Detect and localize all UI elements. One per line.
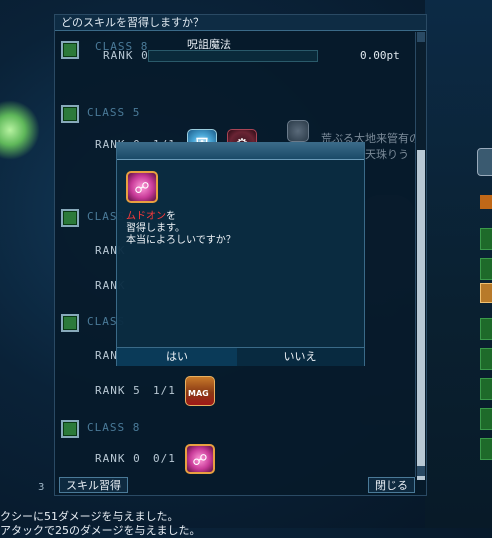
message-line: 本当によろしいですか？ xyxy=(126,235,236,246)
hud-green-slot[interactable] xyxy=(480,318,492,340)
scrollbar[interactable] xyxy=(415,32,426,480)
mudoon-curse-icon[interactable]: ☍ xyxy=(185,444,215,474)
skill-points: 0.00pt xyxy=(360,49,400,62)
hud-orange-slot[interactable] xyxy=(480,283,492,303)
rank-label: RANK 0 xyxy=(103,49,149,62)
mag-icon[interactable]: MAG xyxy=(185,376,215,406)
skill-name: ムドオン xyxy=(126,211,166,222)
message-suffix: を xyxy=(166,211,176,222)
rank-count: 1/1 xyxy=(153,384,176,397)
window-title: どのスキルを習得しますか？ xyxy=(55,15,426,31)
confirm-dialog: ☍ ムドオンを 習得します。 本当によろしいですか？ はい いいえ xyxy=(116,142,365,366)
hud-green-slot[interactable] xyxy=(480,438,492,460)
no-button[interactable]: いいえ xyxy=(240,348,360,366)
class-label: CLASS 5 xyxy=(87,106,141,119)
scroll-thumb[interactable] xyxy=(417,150,425,480)
emblem-icon[interactable] xyxy=(287,120,309,142)
learn-skill-button[interactable]: スキル習得 xyxy=(59,477,128,493)
class-checkbox[interactable] xyxy=(61,41,79,59)
class-checkbox[interactable] xyxy=(61,209,79,227)
hud-icon[interactable] xyxy=(477,148,492,176)
class-checkbox[interactable] xyxy=(61,420,79,438)
chat-line: アタックで25のダメージを与えました。 xyxy=(0,524,201,537)
hud-green-slot[interactable] xyxy=(480,378,492,400)
scroll-up-arrow[interactable] xyxy=(417,32,425,42)
status-note: 天珠りう xyxy=(365,148,409,161)
hud-green-slot[interactable] xyxy=(480,408,492,430)
background-glow xyxy=(0,100,40,160)
rank-count: 0/1 xyxy=(153,452,176,465)
yes-button[interactable]: はい xyxy=(117,348,237,366)
class-label: CLASS 8 xyxy=(87,421,141,434)
class-row: CLASS 5 xyxy=(55,100,413,128)
hud-green-slot[interactable] xyxy=(480,258,492,280)
rank-label: RANK 0 xyxy=(95,452,141,465)
dialog-title-bar xyxy=(117,143,364,160)
experience-bar xyxy=(148,50,318,62)
scroll-down-arrow[interactable] xyxy=(417,466,425,476)
class-row: CLASS 8 xyxy=(55,415,413,443)
dialog-message: ムドオンを 習得します。 本当によろしいですか？ xyxy=(126,211,236,247)
class-checkbox[interactable] xyxy=(61,105,79,123)
background-right-hud xyxy=(425,0,492,528)
dialog-buttons: はい いいえ xyxy=(117,347,364,366)
class-checkbox[interactable] xyxy=(61,314,79,332)
hud-green-slot[interactable] xyxy=(480,228,492,250)
hud-green-slot[interactable] xyxy=(480,348,492,370)
message-line: 習得します。 xyxy=(126,223,185,234)
hud-orange-marker xyxy=(480,195,492,209)
close-button[interactable]: 閉じる xyxy=(368,477,415,493)
rank-label: RANK 5 xyxy=(95,384,141,397)
mudoon-curse-icon: ☍ xyxy=(126,171,158,203)
